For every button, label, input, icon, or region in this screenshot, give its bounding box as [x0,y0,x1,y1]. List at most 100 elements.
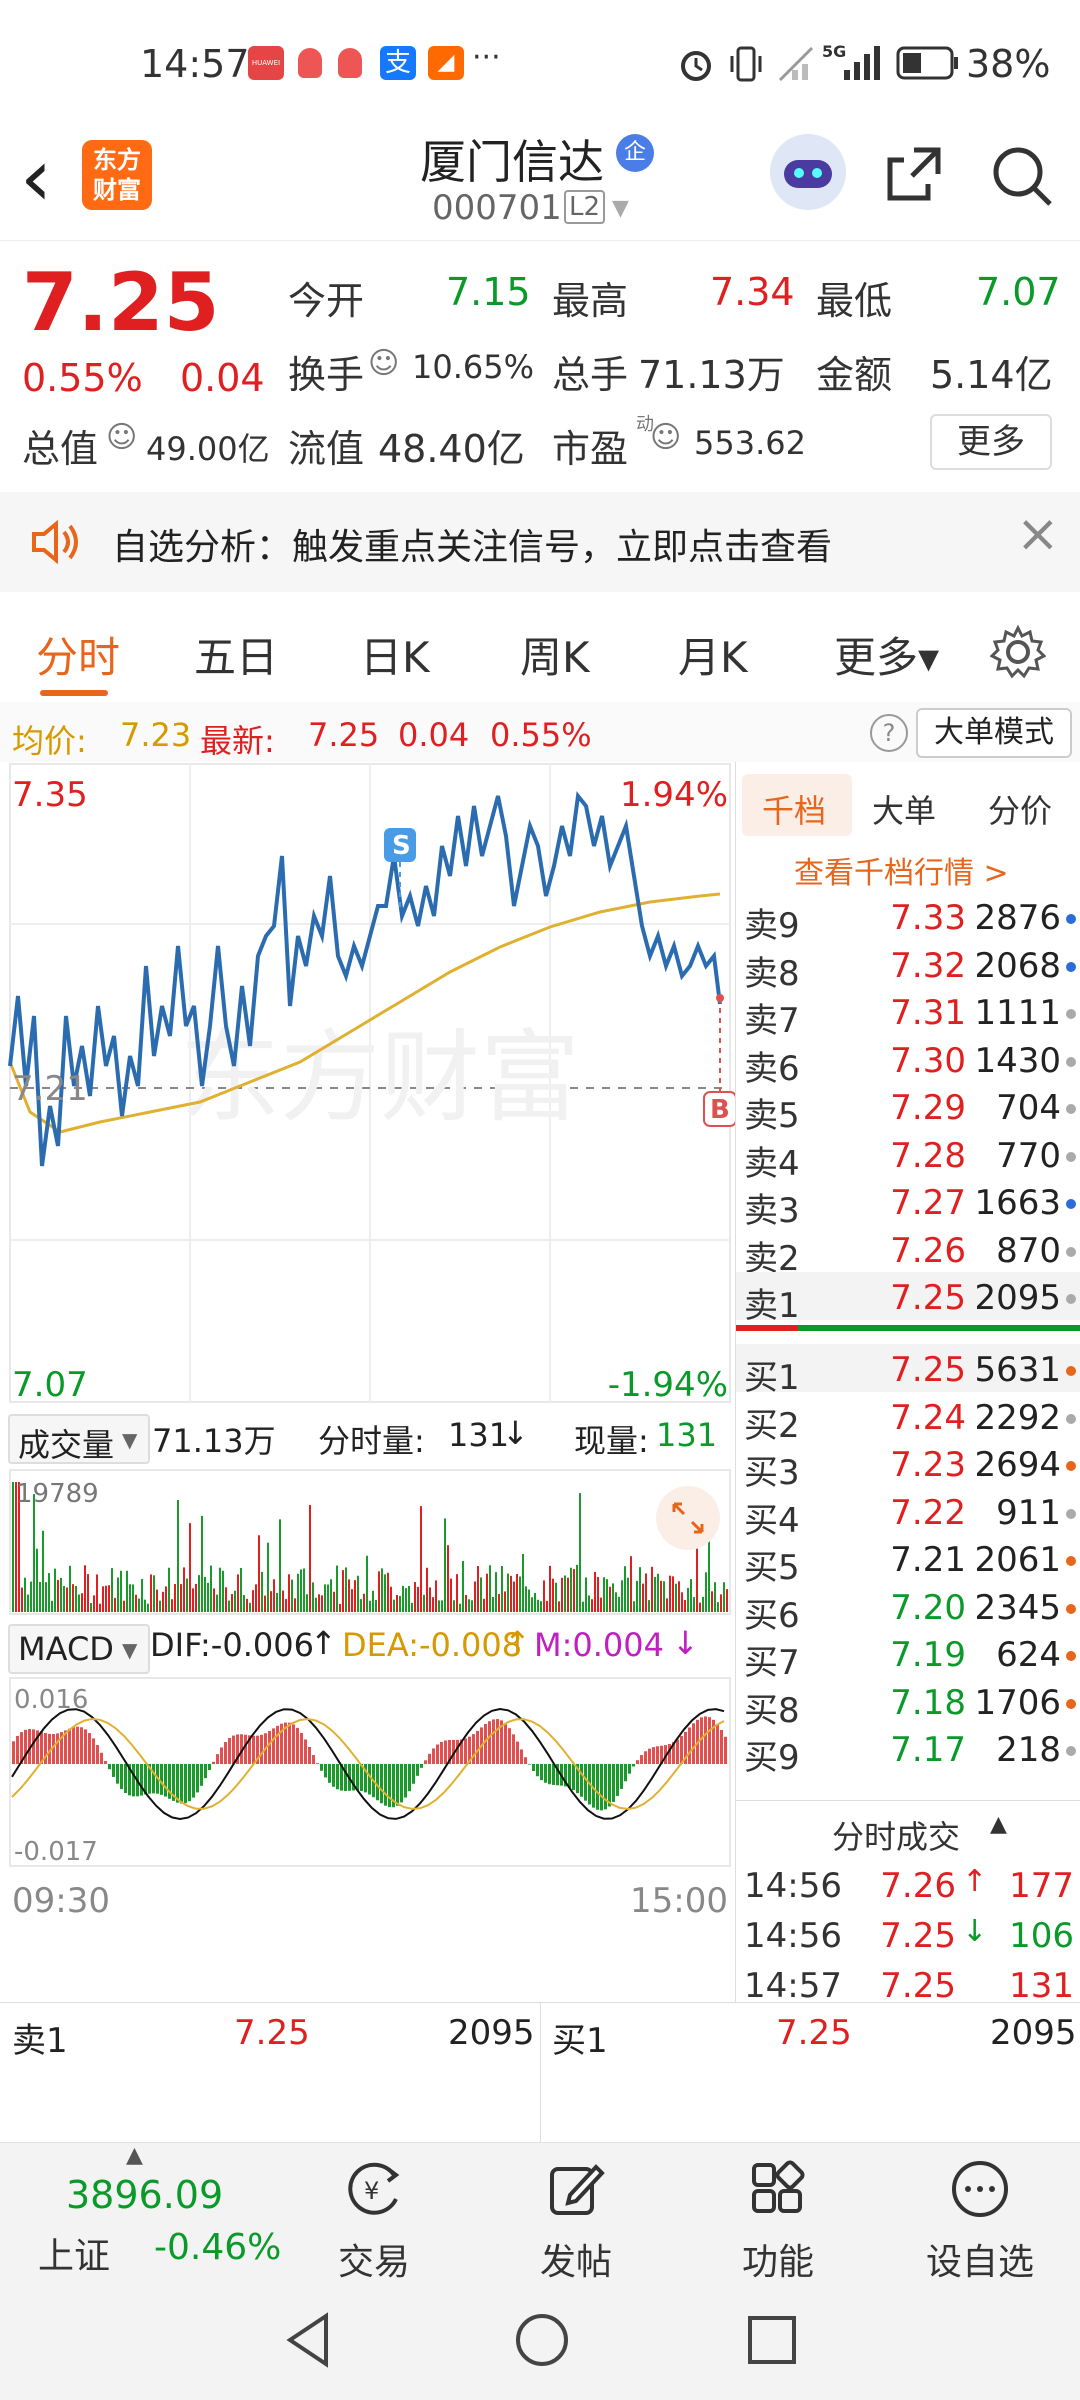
volume-bar [270,1591,272,1612]
bid-row[interactable]: 买5 7.21 2061 [736,1534,1080,1588]
volume-bar [222,1570,224,1612]
back-nav-icon[interactable] [282,2310,338,2370]
add-watchlist-button[interactable]: 设自选 [900,2143,1060,2283]
caret-up-icon[interactable]: ▲ [990,1812,1007,1837]
macd-bar [288,1722,291,1764]
ask-row[interactable]: 卖8 7.32 2068 [736,940,1080,994]
ask-row[interactable]: 卖6 7.30 1430 [736,1035,1080,1089]
level-price: 7.33 [890,898,966,938]
tab-daily-k[interactable]: 日K [360,624,430,685]
bid-row[interactable]: 买3 7.23 2694 [736,1439,1080,1493]
trades-title[interactable]: 分时成交 [832,1812,960,1858]
tab-intraday[interactable]: 分时 [36,624,120,685]
ask-row[interactable]: 卖1 7.25 2095 [736,1272,1080,1326]
level-dot [1066,1603,1076,1614]
view-levels-link[interactable]: 查看千档行情 > [794,848,1009,892]
info-circle-icon[interactable]: ☺ [368,346,399,381]
macd-bar [464,1738,467,1764]
macd-bar [296,1727,299,1764]
macd-bar [656,1746,659,1764]
function-button[interactable]: 功能 [698,2143,858,2283]
bid-row[interactable]: 买6 7.20 2345 [736,1582,1080,1636]
tab-five-day[interactable]: 五日 [194,624,278,685]
volume-bar [78,1594,80,1612]
more-button[interactable]: 更多 [930,414,1052,470]
post-button[interactable]: 发帖 [496,2143,656,2283]
tab-more[interactable]: 更多▾ [834,624,939,685]
volume-indicator-select[interactable]: 成交量 ▼ [8,1414,150,1464]
big-order-mode-button[interactable]: 大单模式 [916,708,1072,758]
macd-indicator-select[interactable]: MACD ▼ [8,1624,150,1674]
ai-robot-icon[interactable] [770,134,846,210]
volume-bar [519,1576,521,1612]
level-dot [1066,914,1076,924]
bid-row[interactable]: 买7 7.19 624 [736,1629,1080,1683]
macd-bar [376,1764,379,1801]
tab-monthly-k[interactable]: 月K [678,624,748,685]
home-nav-icon[interactable] [512,2310,572,2370]
volume-bar [648,1600,650,1612]
volume-bar [261,1571,263,1612]
volume-bar [30,1581,32,1612]
ask-row[interactable]: 卖5 7.29 704 [736,1082,1080,1136]
chevron-down-icon[interactable]: ▼ [612,196,629,221]
eastmoney-logo[interactable]: 东方 财富 [82,140,152,210]
info-circle-icon[interactable]: ☺ [106,420,137,455]
bid-row[interactable]: 买9 7.17 218 [736,1724,1080,1778]
intraday-chart-area: 东方财富 S B 7.35 7.21 7.07 1.94% -1.94% 197… [0,762,735,2002]
volume-bar [525,1586,527,1612]
volume-bar [285,1599,287,1612]
macd-bar [440,1741,443,1764]
bid-row[interactable]: 买1 7.25 5631 [736,1344,1080,1398]
analysis-banner[interactable]: 自选分析：触发重点关注信号，立即点击查看 × [0,492,1080,592]
search-icon[interactable] [990,144,1054,208]
ask-row[interactable]: 卖4 7.28 770 [736,1130,1080,1184]
volume-bar [657,1573,659,1612]
tab-weekly-k[interactable]: 周K [520,624,590,685]
trade-button[interactable]: ¥ 交易 [294,2143,454,2283]
macd-bar [328,1764,331,1783]
volume-bar [372,1590,374,1612]
volume-bar [399,1595,401,1612]
tab-big-orders[interactable]: 大单 [872,786,936,832]
macd-bar [24,1729,27,1764]
trade-price: 7.26 [880,1866,956,1906]
volume-bar [588,1595,590,1612]
volume-bar [387,1572,389,1612]
back-button[interactable]: ‹ [20,138,52,218]
tab-thousand-levels[interactable]: 千档 [742,774,852,836]
volume-bar [474,1581,476,1612]
tab-price-distribution[interactable]: 分价 [988,786,1052,832]
volume-bar [243,1595,245,1612]
recents-nav-icon[interactable] [742,2310,802,2370]
volume-bar [75,1585,77,1612]
ask-row[interactable]: 卖7 7.31 1111 [736,987,1080,1041]
bid-row[interactable]: 买2 7.24 2292 [736,1392,1080,1446]
help-icon[interactable]: ? [870,714,908,752]
bid-row[interactable]: 买4 7.22 911 [736,1487,1080,1541]
macd-bar [520,1749,523,1764]
settings-gear-icon[interactable] [990,624,1046,680]
ask-row[interactable]: 卖3 7.27 1663 [736,1177,1080,1231]
macd-dif: DIF:-0.006 [150,1626,314,1664]
volume-bar [459,1603,461,1612]
volume-bar [681,1592,683,1612]
expand-icon[interactable] [656,1486,720,1550]
volume-bar [114,1597,116,1612]
index-widget[interactable]: 3896.09 上证 -0.46% [0,2163,290,2277]
macd-bar [80,1727,83,1764]
intraday-chart-svg[interactable]: 东方财富 S B 7.35 7.21 7.07 1.94% -1.94% 197… [0,762,735,2002]
stock-code: 000701 [432,188,562,228]
volume-bar [339,1603,341,1612]
bottom-sell-price: 7.25 [234,2013,310,2053]
macd-bar [272,1728,275,1764]
bid-row[interactable]: 买8 7.18 1706 [736,1677,1080,1731]
ask-row[interactable]: 卖9 7.33 2876 [736,892,1080,946]
level-volume: 1111 [974,993,1061,1033]
close-icon[interactable]: × [1016,504,1060,564]
share-icon[interactable] [884,144,944,204]
volume-bar [555,1582,557,1612]
volume-bar [12,1482,14,1612]
info-circle-icon[interactable]: ☺ [650,420,681,455]
ask-row[interactable]: 卖2 7.26 870 [736,1225,1080,1279]
